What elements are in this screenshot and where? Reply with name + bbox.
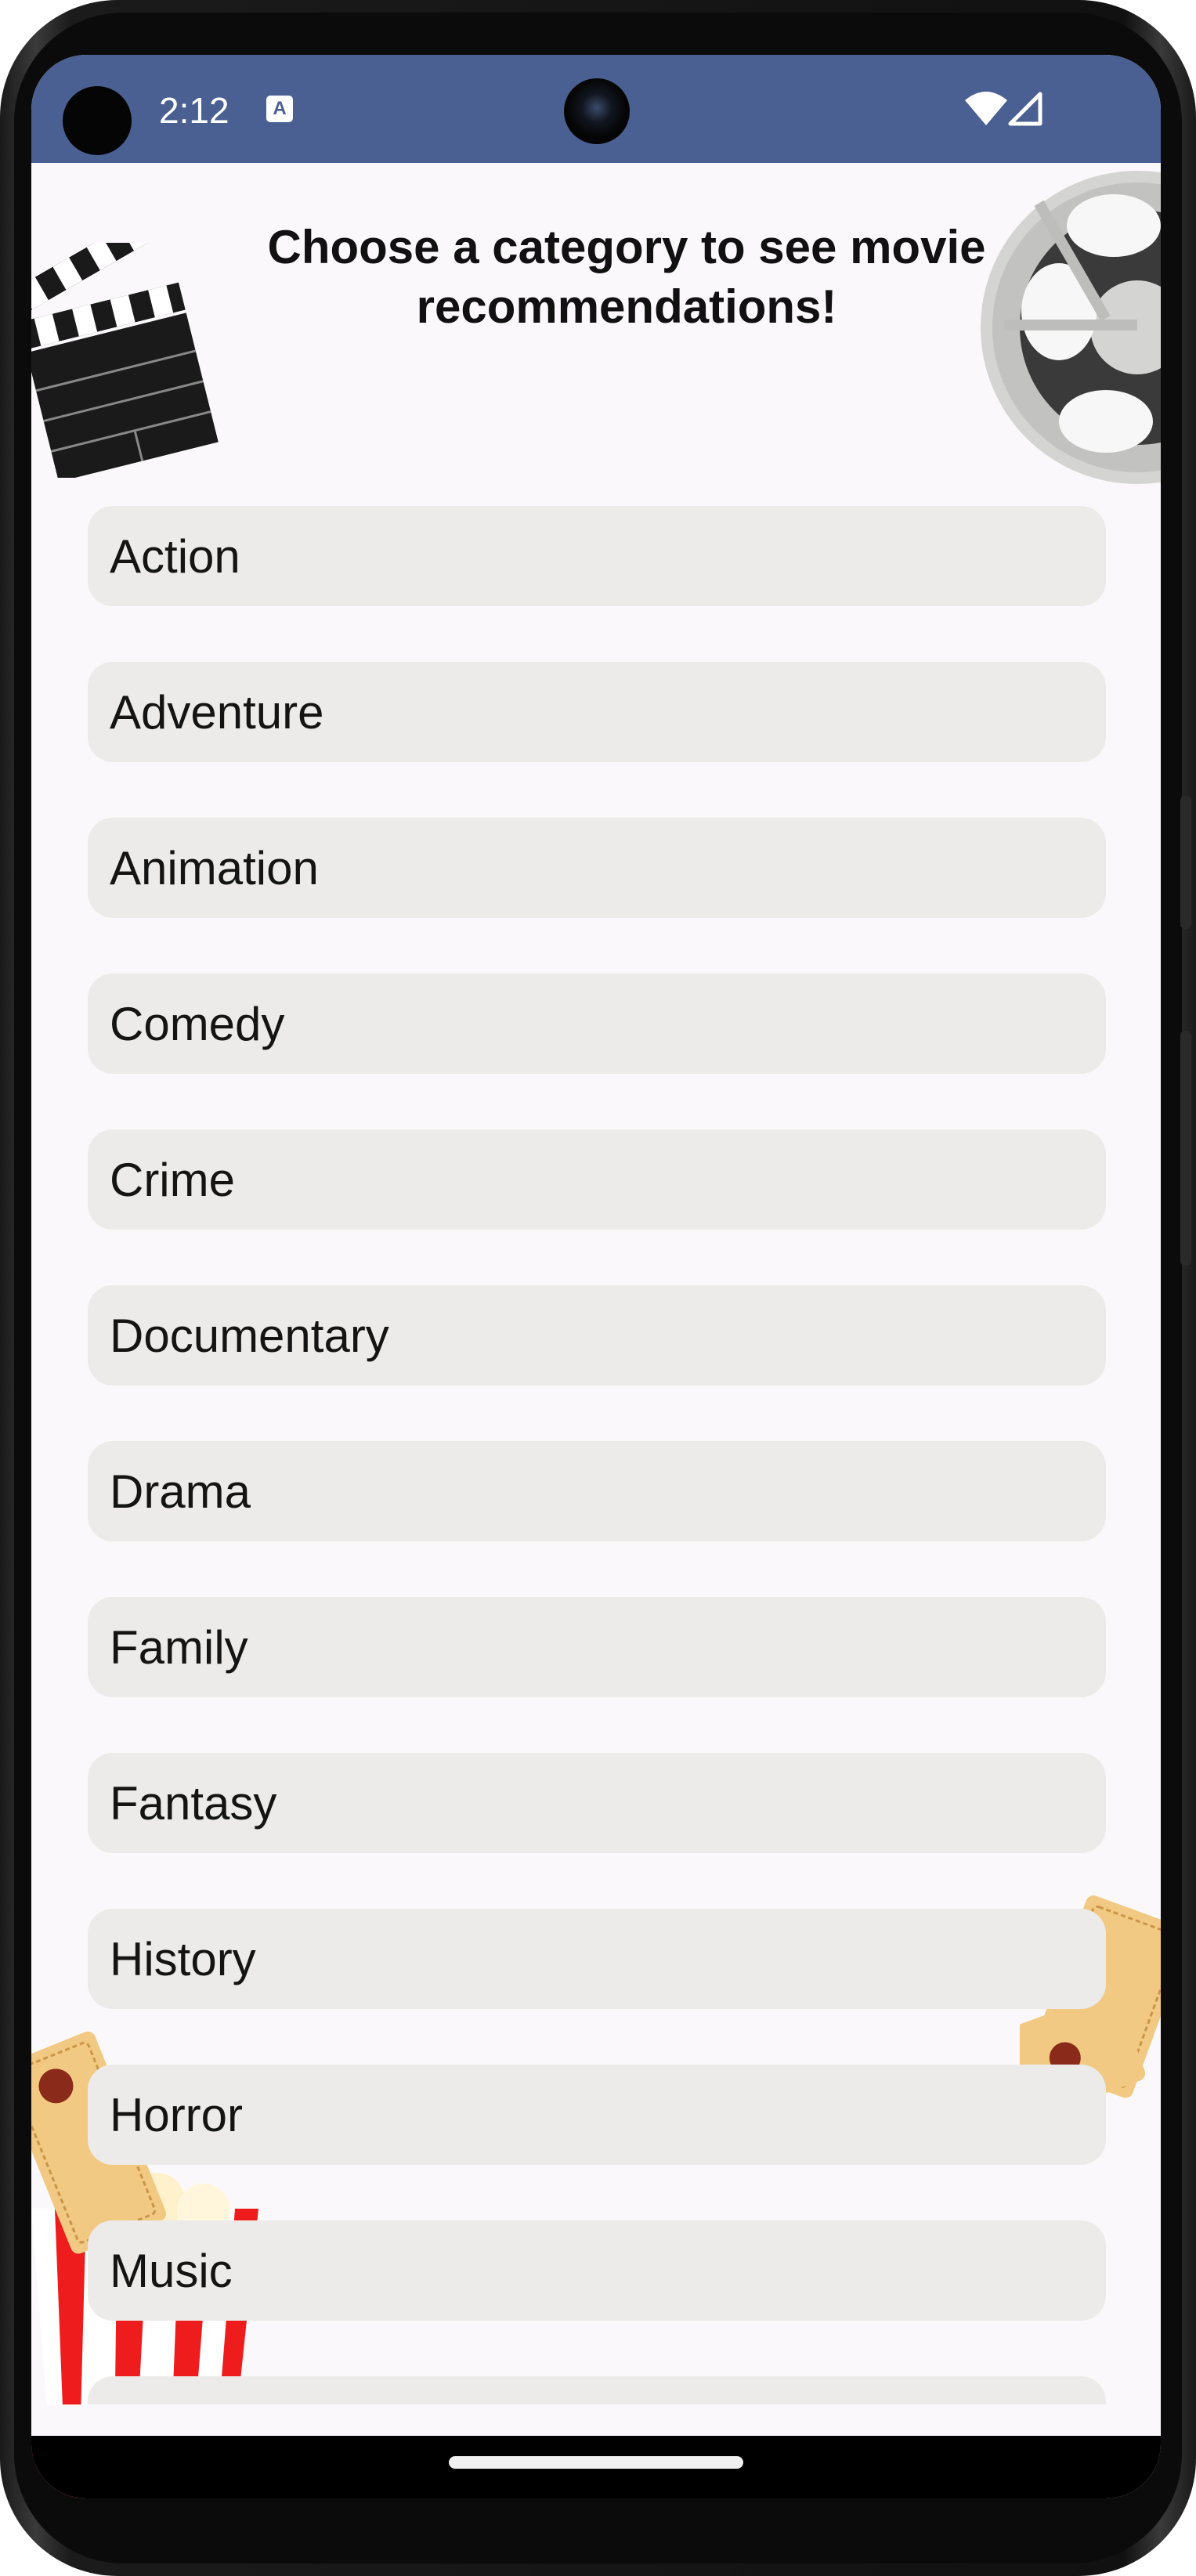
category-button-drama[interactable]: Drama xyxy=(88,1441,1106,1541)
phone-frame: 2:12 A Choose a category to see movie re… xyxy=(0,0,1196,2576)
app-screen: 2:12 A Choose a category to see movie re… xyxy=(31,55,1161,2498)
navigation-bar xyxy=(31,2436,1161,2498)
camera-cutout xyxy=(63,86,132,155)
category-button-animation[interactable]: Animation xyxy=(88,818,1106,918)
cell-signal-icon xyxy=(1008,92,1042,126)
category-button-comedy[interactable]: Comedy xyxy=(88,974,1106,1074)
status-time: 2:12 xyxy=(159,90,229,131)
list-clip xyxy=(31,2404,1161,2436)
status-bar: 2:12 A xyxy=(31,55,1161,163)
category-button-documentary[interactable]: Documentary xyxy=(88,1285,1106,1386)
notification-icon: A xyxy=(266,96,293,122)
volume-button xyxy=(1180,1031,1191,1266)
power-button xyxy=(1180,796,1191,929)
category-button-family[interactable]: Family xyxy=(88,1597,1106,1697)
wifi-icon xyxy=(965,92,1007,125)
category-button-history[interactable]: History xyxy=(88,1909,1106,2009)
front-camera-icon xyxy=(564,78,630,144)
category-button-music[interactable]: Music xyxy=(88,2220,1106,2321)
category-button-horror[interactable]: Horror xyxy=(88,2065,1106,2165)
clapperboard-icon xyxy=(31,243,219,478)
category-button-action[interactable]: Action xyxy=(88,506,1106,606)
category-button-crime[interactable]: Crime xyxy=(88,1129,1106,1230)
home-gesture-handle[interactable] xyxy=(449,2456,743,2469)
category-button-fantasy[interactable]: Fantasy xyxy=(88,1753,1106,1853)
page-title: Choose a category to see movie recommend… xyxy=(267,221,986,333)
category-button-adventure[interactable]: Adventure xyxy=(88,662,1106,762)
